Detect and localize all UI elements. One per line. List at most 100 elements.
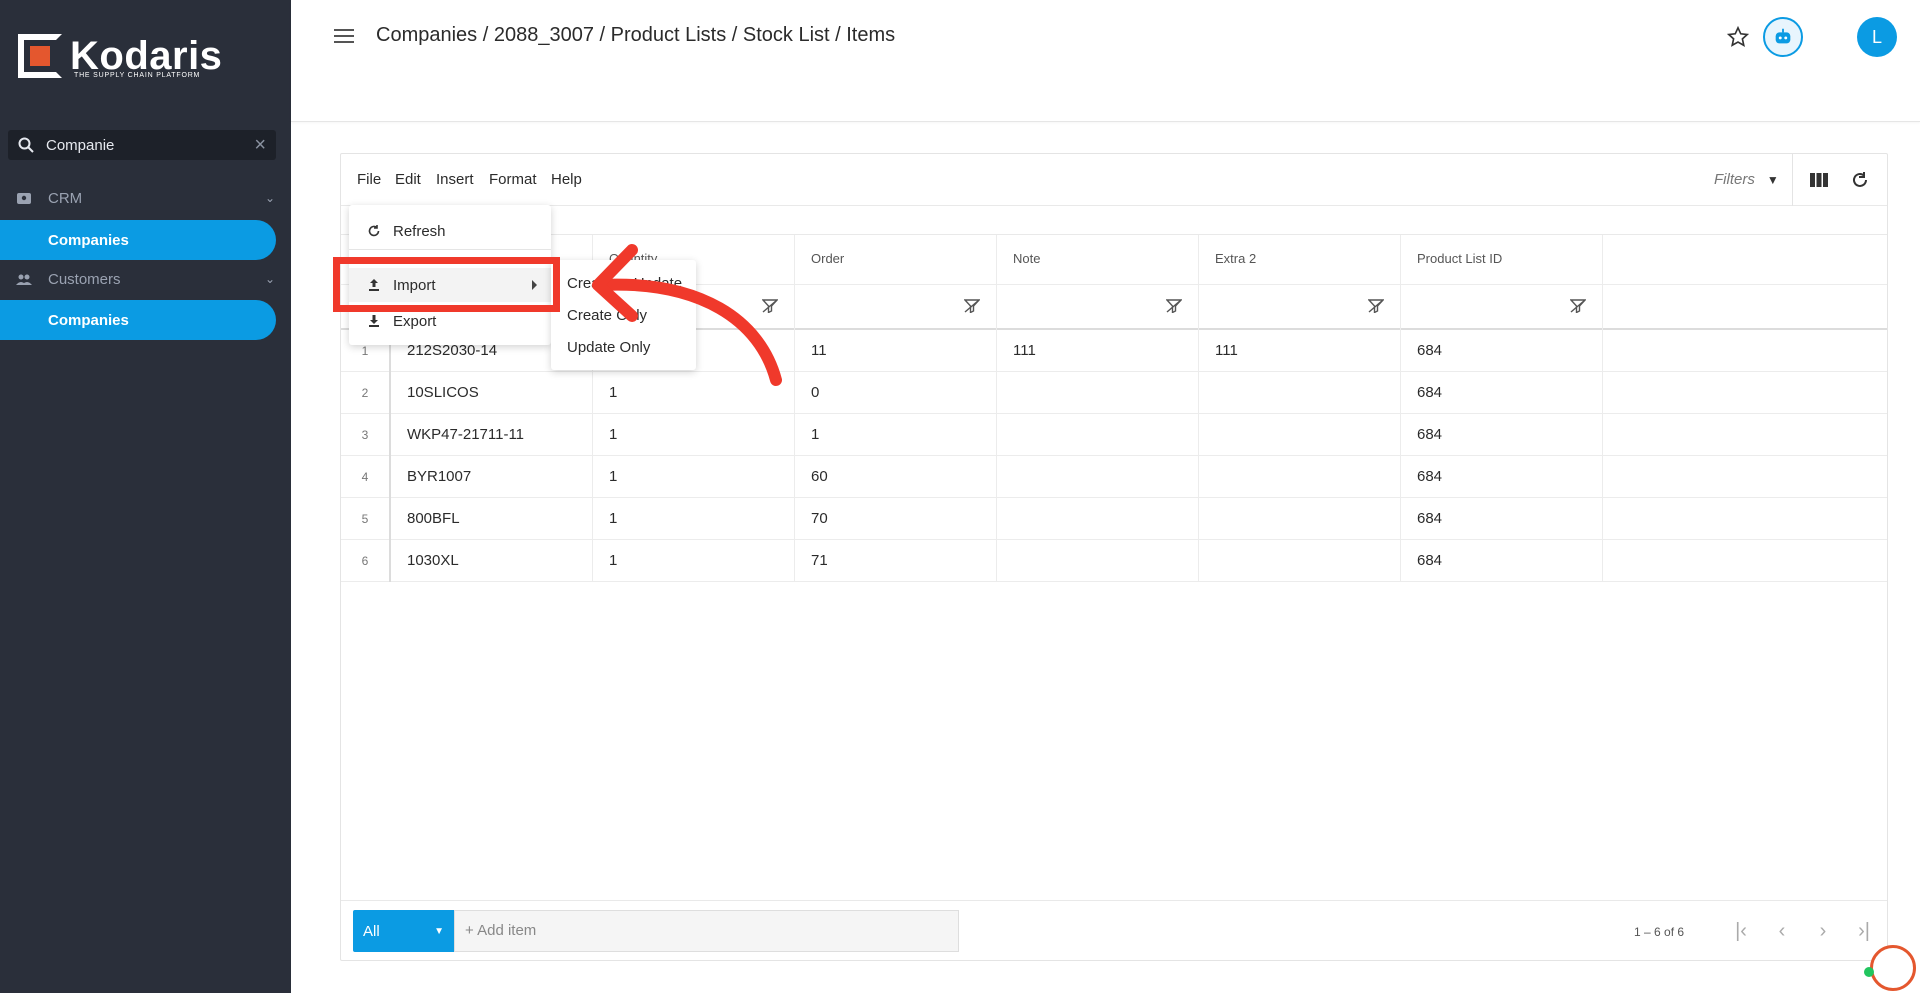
cell-order[interactable]: 71 xyxy=(795,540,997,582)
cell-extra2[interactable] xyxy=(1199,540,1401,582)
table-row[interactable]: 4 BYR1007 1 60 684 xyxy=(341,456,1887,498)
chat-widget-icon[interactable] xyxy=(1870,945,1916,991)
cell-code[interactable]: 1030XL xyxy=(391,540,593,582)
sidebar-group-crm[interactable]: CRM ⌄ xyxy=(0,181,291,215)
table-row[interactable]: 6 1030XL 1 71 684 xyxy=(341,540,1887,582)
cell-order[interactable]: 70 xyxy=(795,498,997,540)
avatar[interactable]: L xyxy=(1857,17,1897,57)
cell-order[interactable]: 60 xyxy=(795,456,997,498)
refresh-icon xyxy=(368,225,380,237)
table-row[interactable]: 5 800BFL 1 70 684 xyxy=(341,498,1887,540)
cell-product-list-id[interactable]: 684 xyxy=(1401,456,1603,498)
filter-clear-icon[interactable] xyxy=(964,299,980,313)
cell-extra2[interactable] xyxy=(1199,372,1401,414)
brand-tagline: THE SUPPLY CHAIN PLATFORM xyxy=(74,72,201,79)
cell-product-list-id[interactable]: 684 xyxy=(1401,414,1603,456)
cell-product-list-id[interactable]: 684 xyxy=(1401,330,1603,372)
cell-order[interactable]: 11 xyxy=(795,330,997,372)
menu-item-refresh[interactable]: Refresh xyxy=(349,214,551,248)
cell-code[interactable]: BYR1007 xyxy=(391,456,593,498)
cell-quantity[interactable]: 1 xyxy=(593,372,795,414)
row-number: 4 xyxy=(341,456,391,498)
menu-icon[interactable] xyxy=(334,29,354,43)
cell-note[interactable] xyxy=(997,498,1199,540)
last-page-icon[interactable]: ›| xyxy=(1854,921,1874,941)
sidebar-group-label: Customers xyxy=(48,270,121,288)
columns-icon[interactable] xyxy=(1809,170,1829,190)
cell-product-list-id[interactable]: 684 xyxy=(1401,498,1603,540)
submenu-update-only[interactable]: Update Only xyxy=(567,339,650,356)
add-item-input[interactable]: + Add item xyxy=(454,910,959,952)
menu-item-label: Refresh xyxy=(393,222,446,240)
first-page-icon[interactable]: |‹ xyxy=(1731,921,1751,941)
cell-quantity[interactable]: 1 xyxy=(593,414,795,456)
column-title: Extra 2 xyxy=(1215,251,1257,266)
sidebar-search[interactable]: Companie × xyxy=(8,130,276,160)
sidebar-item-companies[interactable]: Companies xyxy=(0,300,276,340)
divider xyxy=(349,249,551,250)
cell-quantity[interactable]: 1 xyxy=(593,540,795,582)
cell-product-list-id[interactable]: 684 xyxy=(1401,372,1603,414)
table-row[interactable]: 2 10SLICOS 1 0 684 xyxy=(341,372,1887,414)
cell-note[interactable] xyxy=(997,540,1199,582)
cell-extra2[interactable] xyxy=(1199,498,1401,540)
header-cell-extra2[interactable]: Extra 2 xyxy=(1199,235,1401,331)
menu-format[interactable]: Format xyxy=(489,171,537,188)
chevron-down-icon: ⌄ xyxy=(264,191,275,205)
submenu-create-or-update[interactable]: Create or Update xyxy=(567,275,682,292)
header-cell-product-list-id[interactable]: Product List ID xyxy=(1401,235,1603,331)
chevron-down-icon: ▼ xyxy=(1766,172,1779,187)
sidebar-item-companies[interactable]: Companies xyxy=(0,220,276,260)
top-header: Companies / 2088_3007 / Product Lists / … xyxy=(291,0,1920,122)
row-number: 3 xyxy=(341,414,391,456)
cell-note[interactable] xyxy=(997,456,1199,498)
filter-clear-icon[interactable] xyxy=(1166,299,1182,313)
cell-quantity[interactable]: 1 xyxy=(593,498,795,540)
submenu-create-only[interactable]: Create Only xyxy=(567,307,647,324)
breadcrumb[interactable]: Companies / 2088_3007 / Product Lists / … xyxy=(376,24,895,47)
close-icon[interactable]: × xyxy=(254,135,266,155)
chevron-down-icon: ⌄ xyxy=(264,272,275,286)
menu-insert[interactable]: Insert xyxy=(436,171,474,188)
filters-label: Filters xyxy=(1714,171,1755,188)
search-icon xyxy=(18,137,34,153)
header-cell-order[interactable]: Order xyxy=(795,235,997,331)
cell-code[interactable]: WKP47-21711-11 xyxy=(391,414,593,456)
cell-order[interactable]: 0 xyxy=(795,372,997,414)
sidebar-group-customers[interactable]: Customers ⌄ xyxy=(0,262,291,296)
cell-note[interactable] xyxy=(997,414,1199,456)
menu-file[interactable]: File xyxy=(357,171,381,188)
cell-product-list-id[interactable]: 684 xyxy=(1401,540,1603,582)
cell-order[interactable]: 1 xyxy=(795,414,997,456)
cell-quantity[interactable]: 1 xyxy=(593,456,795,498)
next-page-icon[interactable]: › xyxy=(1813,921,1833,941)
cell-extra2[interactable] xyxy=(1199,414,1401,456)
cell-note[interactable] xyxy=(997,372,1199,414)
filter-clear-icon[interactable] xyxy=(1368,299,1384,313)
cell-note[interactable]: 111 xyxy=(997,330,1199,372)
assistant-bot-button[interactable] xyxy=(1763,17,1803,57)
prev-page-icon[interactable]: ‹ xyxy=(1772,921,1792,941)
filter-clear-icon[interactable] xyxy=(1570,299,1586,313)
table-row[interactable]: 3 WKP47-21711-11 1 1 684 xyxy=(341,414,1887,456)
refresh-icon[interactable] xyxy=(1850,170,1870,190)
cell-code[interactable]: 800BFL xyxy=(391,498,593,540)
menu-edit[interactable]: Edit xyxy=(395,171,421,188)
filter-clear-icon[interactable] xyxy=(762,299,778,313)
menu-help[interactable]: Help xyxy=(551,171,582,188)
filters-dropdown[interactable]: Filters ▼ xyxy=(1714,171,1779,188)
cell-extra2[interactable]: 111 xyxy=(1199,330,1401,372)
import-submenu: Create or Update Create Only Update Only xyxy=(551,260,696,370)
header-cell-note[interactable]: Note xyxy=(997,235,1199,331)
grid-footer: All ▼ + Add item 1 – 6 of 6 |‹ ‹ › ›| xyxy=(341,900,1887,961)
sidebar-group-label: CRM xyxy=(48,189,83,207)
online-status-dot xyxy=(1864,967,1874,977)
cell-code[interactable]: 10SLICOS xyxy=(391,372,593,414)
robot-icon xyxy=(1775,28,1791,44)
sidebar: Kodaris THE SUPPLY CHAIN PLATFORM Compan… xyxy=(0,0,291,993)
star-icon[interactable] xyxy=(1725,24,1751,50)
scope-select[interactable]: All ▼ xyxy=(353,910,454,952)
grid-menubar: File Edit Insert Format Help Filters ▼ xyxy=(341,154,1887,206)
sidebar-search-input[interactable]: Companie xyxy=(46,137,254,154)
cell-extra2[interactable] xyxy=(1199,456,1401,498)
